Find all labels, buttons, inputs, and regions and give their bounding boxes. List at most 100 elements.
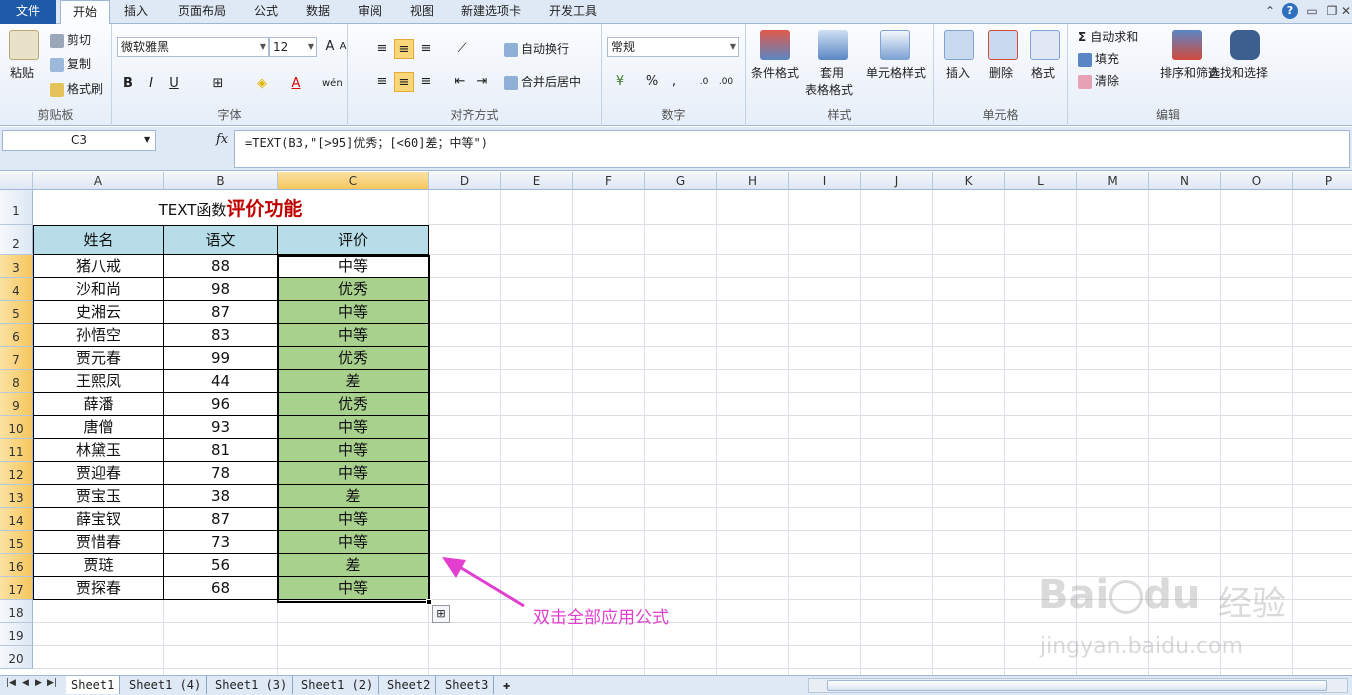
sheet-tab[interactable]: Sheet1 (2) — [296, 676, 380, 694]
data-cell[interactable]: 史湘云 — [33, 301, 164, 324]
rating-cell[interactable]: 中等 — [278, 462, 429, 485]
rating-cell[interactable]: 差 — [278, 554, 429, 577]
sheet-tab[interactable]: Sheet1 (4) — [124, 676, 208, 694]
data-cell[interactable]: 99 — [164, 347, 278, 370]
decrease-indent-icon[interactable]: ⇤ — [450, 72, 470, 92]
row-header-6[interactable]: 6 — [0, 324, 33, 347]
sheet-tab[interactable]: Sheet2 — [382, 676, 437, 694]
data-cell[interactable]: 96 — [164, 393, 278, 416]
row-header-18[interactable]: 18 — [0, 600, 33, 623]
rating-cell[interactable]: 中等 — [278, 324, 429, 347]
currency-icon[interactable]: ¥ — [610, 72, 630, 92]
tab-file[interactable]: 文件 — [0, 0, 56, 24]
column-header-e[interactable]: E — [501, 172, 573, 190]
column-header-d[interactable]: D — [429, 172, 501, 190]
column-header-b[interactable]: B — [164, 172, 278, 190]
horizontal-scrollbar[interactable] — [808, 678, 1348, 693]
row-header-1[interactable]: 1 — [0, 190, 33, 225]
row-header-11[interactable]: 11 — [0, 439, 33, 462]
tab-home[interactable]: 开始 — [60, 0, 110, 25]
font-color-icon[interactable]: A — [286, 74, 306, 94]
data-cell[interactable]: 林黛玉 — [33, 439, 164, 462]
decrease-decimal-icon[interactable]: .00 — [716, 72, 736, 92]
column-header-o[interactable]: O — [1221, 172, 1293, 190]
font-size-select[interactable]: 12 ▼ — [269, 37, 317, 57]
fill-button[interactable]: 填充 — [1078, 50, 1119, 68]
row-header-3[interactable]: 3 — [0, 255, 33, 278]
shrink-font-button[interactable]: A — [338, 37, 348, 57]
paste-icon[interactable] — [9, 30, 39, 60]
align-middle-icon[interactable]: ≡ — [394, 39, 414, 59]
align-right-icon[interactable]: ≡ — [416, 72, 436, 92]
rating-cell[interactable]: 中等 — [278, 577, 429, 600]
comma-button[interactable]: , — [664, 72, 684, 92]
rating-cell[interactable]: 中等 — [278, 531, 429, 554]
tab-insert[interactable]: 插入 — [114, 0, 158, 24]
tab-page-layout[interactable]: 页面布局 — [170, 0, 234, 24]
merge-center-button[interactable]: 合并后居中 — [504, 73, 581, 91]
insert-sheet-icon[interactable]: ✚ — [498, 676, 515, 694]
tab-new-tab[interactable]: 新建选项卡 — [452, 0, 530, 24]
data-cell[interactable]: 93 — [164, 416, 278, 439]
insert-button[interactable]: 插入 — [946, 64, 970, 82]
border-icon[interactable]: ⊞ — [208, 74, 228, 94]
delete-button[interactable]: 删除 — [989, 64, 1013, 82]
tab-developer[interactable]: 开发工具 — [540, 0, 606, 24]
data-cell[interactable]: 贾迎春 — [33, 462, 164, 485]
prev-sheet-icon[interactable]: ◀ — [22, 678, 29, 688]
name-box[interactable]: C3 — [2, 130, 156, 151]
formula-input[interactable]: =TEXT(B3,"[>95]优秀；[<60]差；中等") — [234, 130, 1350, 168]
row-header-2[interactable]: 2 — [0, 225, 33, 255]
conditional-format-button[interactable]: 条件格式 — [751, 64, 799, 82]
data-cell[interactable]: 88 — [164, 255, 278, 278]
data-cell[interactable]: 98 — [164, 278, 278, 301]
row-header-8[interactable]: 8 — [0, 370, 33, 393]
phonetic-icon[interactable]: wén — [322, 74, 343, 94]
column-header-n[interactable]: N — [1149, 172, 1221, 190]
header-cell[interactable]: 语文 — [164, 225, 278, 255]
number-format-select[interactable]: 常规 ▼ — [607, 37, 739, 57]
sheet-tab[interactable]: Sheet1 (3) — [210, 676, 294, 694]
rating-cell[interactable]: 优秀 — [278, 278, 429, 301]
data-cell[interactable]: 87 — [164, 508, 278, 531]
column-header-f[interactable]: F — [573, 172, 645, 190]
rating-cell[interactable]: 中等 — [278, 508, 429, 531]
rating-cell[interactable]: 中等 — [278, 301, 429, 324]
row-header-15[interactable]: 15 — [0, 531, 33, 554]
font-name-select[interactable]: 微软雅黑 ▼ — [117, 37, 269, 57]
data-cell[interactable]: 贾元春 — [33, 347, 164, 370]
rating-cell[interactable]: 差 — [278, 370, 429, 393]
copy-button[interactable]: 复制 — [50, 55, 91, 73]
rating-cell[interactable]: 差 — [278, 485, 429, 508]
rating-cell[interactable]: 优秀 — [278, 347, 429, 370]
data-cell[interactable]: 81 — [164, 439, 278, 462]
data-cell[interactable]: 73 — [164, 531, 278, 554]
row-header-7[interactable]: 7 — [0, 347, 33, 370]
data-cell[interactable]: 贾探春 — [33, 577, 164, 600]
data-cell[interactable]: 薛潘 — [33, 393, 164, 416]
align-bottom-icon[interactable]: ≡ — [416, 39, 436, 59]
data-cell[interactable]: 68 — [164, 577, 278, 600]
grow-font-button[interactable]: A — [320, 37, 340, 57]
data-cell[interactable]: 78 — [164, 462, 278, 485]
data-cell[interactable]: 56 — [164, 554, 278, 577]
find-select-button[interactable]: 查找和选择 — [1208, 64, 1268, 82]
data-cell[interactable]: 87 — [164, 301, 278, 324]
row-header-14[interactable]: 14 — [0, 508, 33, 531]
row-header-20[interactable]: 20 — [0, 646, 33, 669]
italic-button[interactable]: I — [141, 74, 161, 94]
data-cell[interactable]: 唐僧 — [33, 416, 164, 439]
column-header-g[interactable]: G — [645, 172, 717, 190]
tab-formulas[interactable]: 公式 — [244, 0, 288, 24]
tab-review[interactable]: 审阅 — [348, 0, 392, 24]
orientation-icon[interactable]: ⟋ — [452, 39, 472, 59]
column-header-h[interactable]: H — [717, 172, 789, 190]
column-header-a[interactable]: A — [33, 172, 164, 190]
increase-decimal-icon[interactable]: .0 — [694, 72, 714, 92]
row-header-9[interactable]: 9 — [0, 393, 33, 416]
cut-button[interactable]: 剪切 — [50, 31, 91, 49]
scroll-thumb[interactable] — [827, 680, 1327, 691]
data-cell[interactable]: 贾惜春 — [33, 531, 164, 554]
data-cell[interactable]: 王熙凤 — [33, 370, 164, 393]
table-format-button[interactable]: 套用 — [820, 64, 844, 82]
